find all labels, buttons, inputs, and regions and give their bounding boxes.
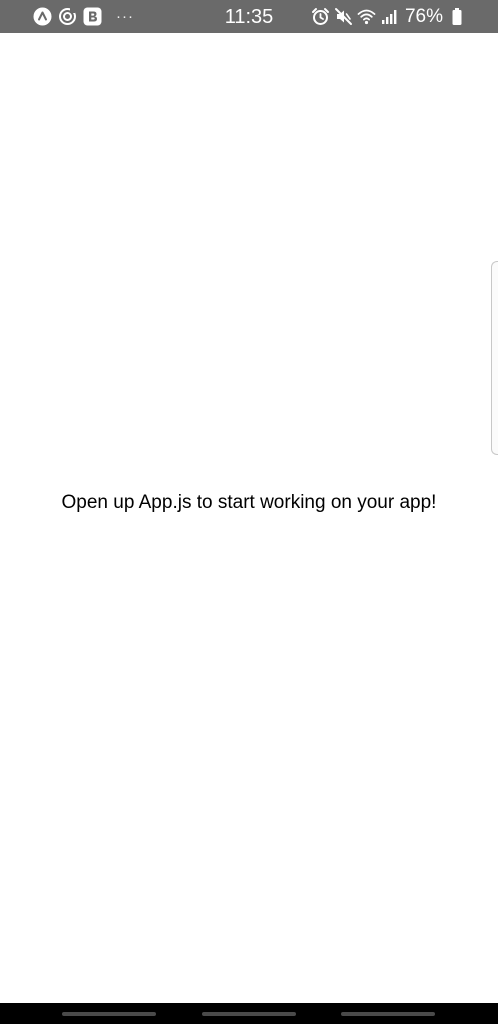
navigation-bar bbox=[0, 1003, 498, 1024]
recent-apps-button[interactable] bbox=[62, 1012, 156, 1016]
battery-icon bbox=[447, 7, 466, 26]
app-content: Open up App.js to start working on your … bbox=[0, 33, 498, 1003]
status-bar: ··· 11:35 76% bbox=[0, 0, 498, 33]
welcome-message: Open up App.js to start working on your … bbox=[61, 492, 437, 513]
edge-panel-handle[interactable] bbox=[491, 261, 498, 455]
alarm-icon bbox=[311, 7, 330, 26]
back-button[interactable] bbox=[341, 1012, 435, 1016]
battery-percentage: 76% bbox=[404, 6, 443, 27]
home-button[interactable] bbox=[202, 1012, 296, 1016]
system-tray: 76% bbox=[311, 6, 466, 27]
signal-icon bbox=[380, 7, 399, 26]
phone-screen: ··· 11:35 76% Open up App.js to start wo… bbox=[0, 0, 498, 1024]
mute-icon bbox=[334, 7, 353, 26]
wifi-icon bbox=[357, 7, 376, 26]
